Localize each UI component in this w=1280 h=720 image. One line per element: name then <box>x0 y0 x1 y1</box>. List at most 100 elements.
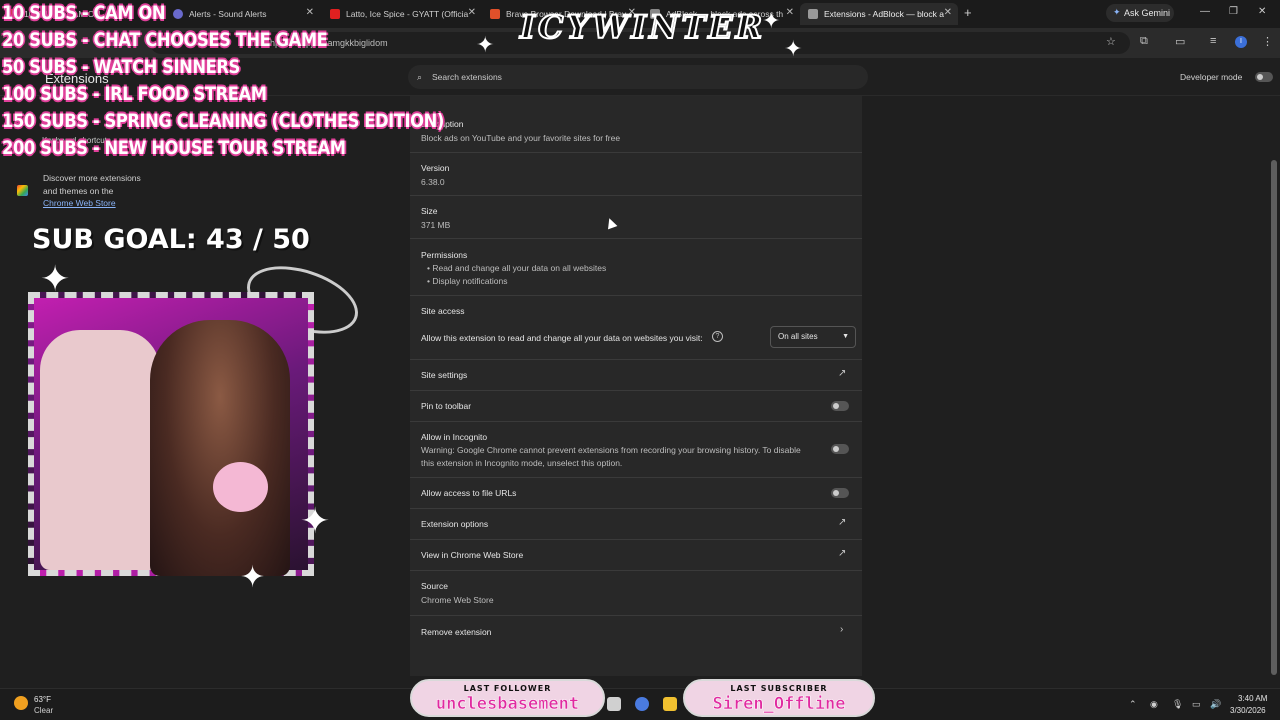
last-follower-name: unclesbasement <box>435 694 580 715</box>
permissions-row: Permissions Read and change all your dat… <box>410 238 862 295</box>
open-external-icon[interactable]: ↗ <box>838 368 846 379</box>
close-icon[interactable]: ✕ <box>944 7 952 18</box>
chevron-up-icon[interactable]: ⌃ <box>1129 699 1137 710</box>
sub-goal-counter: SUB GOAL: 43 / 50 <box>32 224 310 255</box>
file-explorer-icon[interactable] <box>607 697 621 711</box>
ask-gemini-button[interactable]: ✦ Ask Gemini <box>1106 4 1174 22</box>
window-close-icon[interactable]: ✕ <box>1258 6 1266 17</box>
sparkle-icon: ✦ <box>240 561 266 594</box>
site-access-label: Site access <box>421 306 465 316</box>
view-store-row[interactable]: View in Chrome Web Store ↗ <box>410 539 862 570</box>
tab-3[interactable]: Latto, Ice Spice - GYATT (Officia ✕ <box>322 3 482 25</box>
description-row: Description Block ads on YouTube and you… <box>410 96 862 152</box>
tab-label: Extensions - AdBlock — block a <box>824 9 945 19</box>
version-value: 6.38.0 <box>421 177 445 187</box>
chrome-web-store-icon <box>17 185 28 196</box>
sidebar-icon[interactable]: ▭ <box>1175 35 1185 48</box>
pin-toolbar-toggle[interactable] <box>831 401 849 411</box>
clock-time: 3:40 AM <box>1238 694 1268 703</box>
sparkle-icon: ✦ <box>476 32 495 57</box>
scrollbar[interactable] <box>1271 160 1277 675</box>
permissions-label: Permissions <box>421 250 468 260</box>
incognito-label: Allow in Incognito <box>421 432 488 442</box>
weather-icon[interactable] <box>14 696 28 710</box>
minimize-icon[interactable]: — <box>1200 6 1210 17</box>
sparkle-icon: ✦ <box>40 258 71 299</box>
last-subscriber-name: Siren_Offline <box>712 694 846 715</box>
bookmark-star-icon[interactable]: ☆ <box>1106 35 1116 48</box>
file-urls-toggle[interactable] <box>831 488 849 498</box>
site-settings-row[interactable]: Site settings ↗ <box>410 359 862 390</box>
search-icon: ⌕ <box>417 72 423 82</box>
microphone-icon[interactable]: 🎙 <box>1172 699 1183 710</box>
goal-item: 20 SUBS - CHAT CHOOSES THE GAME <box>2 29 328 51</box>
site-access-text: Allow this extension to read and change … <box>421 333 703 343</box>
incognito-toggle[interactable] <box>831 444 849 454</box>
extensions-puzzle-icon[interactable]: ⧉ <box>1140 35 1148 48</box>
display-icon[interactable]: ▭ <box>1192 699 1201 710</box>
incognito-warning-1: Warning: Google Chrome cannot prevent ex… <box>421 445 801 455</box>
help-icon[interactable]: ? <box>712 331 723 342</box>
last-subscriber-title: LAST SUBSCRIBER <box>730 684 828 693</box>
remove-extension-label: Remove extension <box>421 627 492 637</box>
discover-line-2: and themes on the <box>43 185 114 196</box>
tab-favicon-icon <box>173 9 183 19</box>
developer-mode-label: Developer mode <box>1180 72 1243 82</box>
version-label: Version <box>421 163 450 173</box>
media-icon[interactable]: ≡ <box>1210 35 1216 47</box>
menu-icon[interactable]: ⋮ <box>1262 35 1273 48</box>
taskbar: 63°F Clear ⌃ ◉ 🎙 ▭ 🔊 3:40 AM 3/30/2026 <box>0 688 1280 720</box>
site-settings-label: Site settings <box>421 370 468 380</box>
size-row: Size 371 MB <box>410 195 862 238</box>
goal-item: 200 SUBS - NEW HOUSE TOUR STREAM <box>2 137 346 159</box>
puzzle-icon <box>808 9 818 19</box>
sparkle-icon: ✦ <box>300 500 331 541</box>
tab-2[interactable]: Alerts - Sound Alerts ✕ <box>165 3 320 25</box>
last-follower-widget: LAST FOLLOWER unclesbasement <box>410 679 605 717</box>
discover-more: Discover more extensions and themes on t… <box>43 172 163 210</box>
extension-options-row[interactable]: Extension options ↗ <box>410 508 862 539</box>
last-subscriber-widget: LAST SUBSCRIBER Siren_Offline <box>683 679 875 717</box>
source-label: Source <box>421 581 448 591</box>
close-icon[interactable]: ✕ <box>786 7 794 18</box>
copilot-icon[interactable] <box>635 697 649 711</box>
remove-extension-row[interactable]: Remove extension › <box>410 615 862 645</box>
file-urls-row: Allow access to file URLs <box>410 477 862 508</box>
size-value: 371 MB <box>421 220 451 230</box>
view-store-label: View in Chrome Web Store <box>421 550 524 560</box>
search-placeholder: Search extensions <box>432 72 502 82</box>
source-value: Chrome Web Store <box>421 595 494 605</box>
tab-label: Latto, Ice Spice - GYATT (Officia <box>346 9 469 19</box>
chrome-web-store-link[interactable]: Chrome Web Store <box>43 198 116 208</box>
goal-item: 150 SUBS - SPRING CLEANING (CLOTHES EDIT… <box>2 110 444 132</box>
close-icon[interactable]: ✕ <box>306 7 314 18</box>
incognito-warning-2: this extension in Incognito mode, unsele… <box>421 458 623 468</box>
folder-icon[interactable] <box>663 697 677 711</box>
source-row: Source Chrome Web Store <box>410 570 862 615</box>
avatar[interactable]: I <box>1235 36 1247 48</box>
tab-6-active[interactable]: Extensions - AdBlock — block a ✕ <box>800 3 958 25</box>
sparkle-icon: ✦ <box>784 36 803 61</box>
permission-item: Read and change all your data on all web… <box>427 263 606 273</box>
open-external-icon[interactable]: ↗ <box>838 548 846 559</box>
close-icon[interactable]: ✕ <box>468 7 476 18</box>
temperature: 63°F <box>34 695 51 704</box>
permission-item: Display notifications <box>427 276 507 286</box>
developer-mode-toggle[interactable] <box>1255 72 1273 82</box>
goal-item: 50 SUBS - WATCH SINNERS <box>2 56 240 78</box>
open-external-icon[interactable]: ↗ <box>838 517 846 528</box>
chevron-right-icon: › <box>840 624 844 635</box>
new-tab-button[interactable]: + <box>964 5 972 20</box>
discover-line-1: Discover more extensions <box>43 173 141 183</box>
site-access-select[interactable]: On all sites ▼ <box>770 326 856 348</box>
search-input[interactable]: ⌕ Search extensions <box>408 65 868 89</box>
restore-icon[interactable]: ❐ <box>1229 6 1238 17</box>
streamer-logo: ICYWINTER <box>519 7 766 47</box>
app-tray-icon[interactable]: ◉ <box>1150 699 1158 710</box>
version-row: Version 6.38.0 <box>410 152 862 195</box>
goal-item: 100 SUBS - IRL FOOD STREAM <box>2 83 267 105</box>
volume-icon[interactable]: 🔊 <box>1210 699 1221 710</box>
webcam-streamer <box>150 320 290 576</box>
gemini-sparkle-icon: ✦ <box>1113 7 1121 17</box>
chevron-down-icon: ▼ <box>842 333 849 340</box>
